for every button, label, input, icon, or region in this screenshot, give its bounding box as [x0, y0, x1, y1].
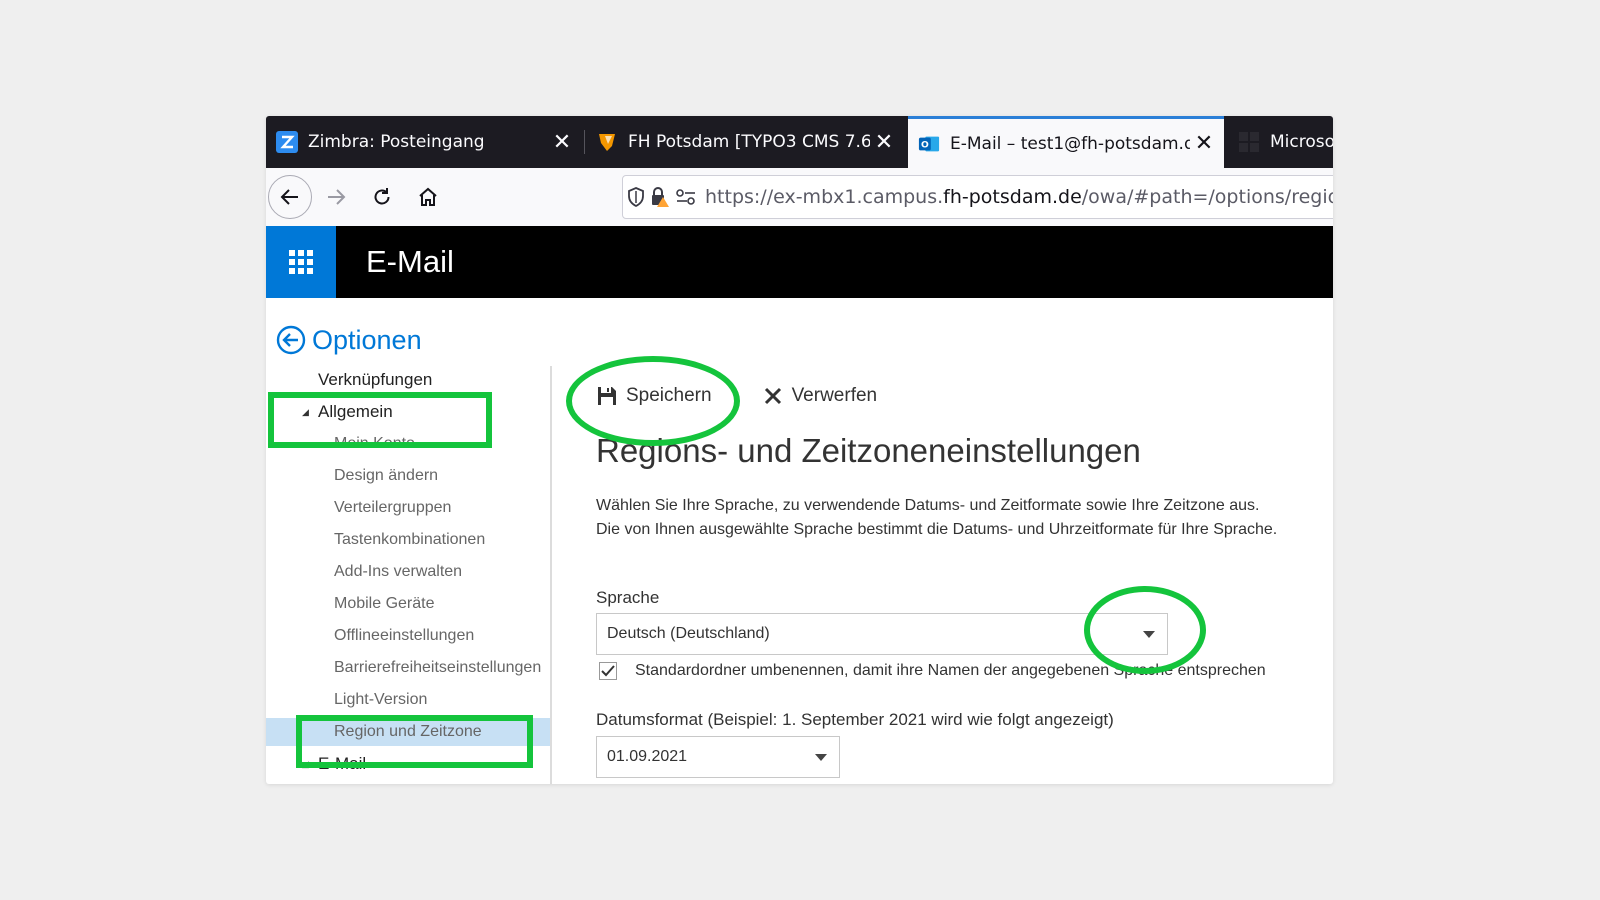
nav-item-label: Tastenkombinationen	[334, 531, 486, 548]
waffle-icon	[289, 250, 313, 274]
chevron-down-icon	[815, 754, 827, 761]
navigation-bar: https://ex-mbx1.campus.fh-potsdam.de/owa…	[266, 168, 1333, 227]
language-select[interactable]: Deutsch (Deutschland)	[596, 613, 1168, 655]
app-title: E-Mail	[366, 244, 454, 279]
date-format-label: Datumsformat (Beispiel: 1. September 202…	[596, 710, 1114, 729]
shield-icon[interactable]	[627, 181, 645, 213]
browser-window: Zimbra: Posteingang ✕ FH Potsdam [TYPO3 …	[266, 116, 1333, 784]
tab-label: Zimbra: Posteingang	[308, 132, 485, 152]
zimbra-icon	[276, 131, 298, 153]
tab-strip: Zimbra: Posteingang ✕ FH Potsdam [TYPO3 …	[266, 116, 1333, 168]
tab-label: FH Potsdam [TYPO3 CMS 7.6.5	[628, 132, 870, 152]
options-back-link[interactable]: Optionen	[276, 322, 422, 358]
nav-item-label: Verknüpfungen	[318, 370, 433, 389]
close-icon[interactable]: ✕	[1190, 131, 1218, 156]
tab-microsoft[interactable]: Microso	[1228, 116, 1333, 168]
home-icon	[419, 187, 437, 206]
url-text: https://ex-mbx1.campus.fh-potsdam.de/owa…	[705, 186, 1333, 208]
tab-label: Microso	[1270, 132, 1333, 152]
lock-warning-icon[interactable]	[649, 181, 671, 213]
nav-item-label: Light-Version	[334, 691, 428, 708]
app-header: E-Mail	[266, 226, 1333, 298]
tab-label: E-Mail – test1@fh-potsdam.de	[950, 133, 1190, 154]
language-value: Deutsch (Deutschland)	[607, 625, 770, 642]
forward-button[interactable]	[314, 175, 358, 219]
description-line: Die von Ihnen ausgewählte Sprache bestim…	[596, 521, 1278, 538]
typo3-icon	[596, 131, 618, 153]
url-host: fh-potsdam.de	[943, 186, 1082, 208]
checkmark-icon	[601, 665, 615, 677]
nav-item-label: Barrierefreiheitseinstellungen	[334, 659, 542, 676]
app-launcher-button[interactable]	[266, 226, 336, 298]
tab-separator	[584, 130, 585, 154]
close-icon[interactable]: ✕	[870, 130, 898, 155]
date-format-value: 01.09.2021	[607, 748, 688, 765]
nav-item-light-version[interactable]: Light-Version	[266, 686, 550, 714]
language-label: Sprache	[596, 588, 660, 607]
discard-label: Verwerfen	[791, 385, 878, 406]
back-button[interactable]	[268, 175, 312, 219]
nav-item-label: Mobile Geräte	[334, 595, 435, 612]
nav-item-add-ins[interactable]: Add-Ins verwalten	[266, 558, 550, 586]
tab-owa-email[interactable]: O E-Mail – test1@fh-potsdam.de ✕	[908, 116, 1224, 168]
discard-button[interactable]: Verwerfen	[762, 385, 878, 407]
nav-item-verknuepfungen[interactable]: Verknüpfungen	[266, 366, 550, 394]
page-description: Wählen Sie Ihre Sprache, zu verwendende …	[596, 494, 1326, 542]
nav-item-tastenkombinationen[interactable]: Tastenkombinationen	[266, 526, 550, 554]
highlight-region-zeitzone	[296, 715, 533, 768]
highlight-save-button	[566, 356, 740, 446]
microsoft-icon	[1238, 131, 1260, 153]
options-title: Optionen	[312, 324, 422, 355]
nav-divider	[550, 366, 552, 784]
description-line: Wählen Sie Ihre Sprache, zu verwendende …	[596, 497, 1260, 514]
nav-item-label: Verteilergruppen	[334, 499, 452, 516]
outlook-icon: O	[918, 133, 940, 155]
nav-item-barrierefreiheit[interactable]: Barrierefreiheitseinstellungen	[266, 654, 550, 682]
tab-zimbra[interactable]: Zimbra: Posteingang ✕	[266, 116, 582, 168]
tab-typo3[interactable]: FH Potsdam [TYPO3 CMS 7.6.5 ✕	[586, 116, 904, 168]
rename-folders-checkbox[interactable]	[599, 662, 617, 680]
nav-item-offlineeinstellungen[interactable]: Offlineeinstellungen	[266, 622, 550, 650]
url-path: /owa/#path=/options/region	[1081, 186, 1333, 208]
home-button[interactable]	[406, 175, 450, 219]
nav-item-label: Design ändern	[334, 467, 439, 484]
address-bar[interactable]: https://ex-mbx1.campus.fh-potsdam.de/owa…	[622, 175, 1333, 219]
nav-item-mobile-geraete[interactable]: Mobile Geräte	[266, 590, 550, 618]
reload-button[interactable]	[360, 175, 404, 219]
reload-icon	[374, 188, 390, 205]
url-prefix: https://ex-mbx1.campus.	[705, 186, 944, 208]
permissions-icon[interactable]	[675, 181, 697, 213]
close-icon	[762, 385, 784, 407]
close-icon[interactable]: ✕	[548, 130, 576, 155]
back-circle-icon	[276, 325, 306, 355]
arrow-left-icon	[280, 189, 298, 205]
nav-item-design-aendern[interactable]: Design ändern	[266, 462, 550, 490]
svg-text:O: O	[921, 139, 929, 150]
arrow-right-icon	[328, 189, 346, 205]
date-format-select[interactable]: 01.09.2021	[596, 736, 840, 778]
nav-item-label: Add-Ins verwalten	[334, 563, 463, 580]
highlight-allgemein	[268, 392, 492, 448]
nav-item-label: Offlineeinstellungen	[334, 627, 475, 644]
highlight-language-dropdown	[1084, 586, 1206, 674]
nav-item-verteilergruppen[interactable]: Verteilergruppen	[266, 494, 550, 522]
